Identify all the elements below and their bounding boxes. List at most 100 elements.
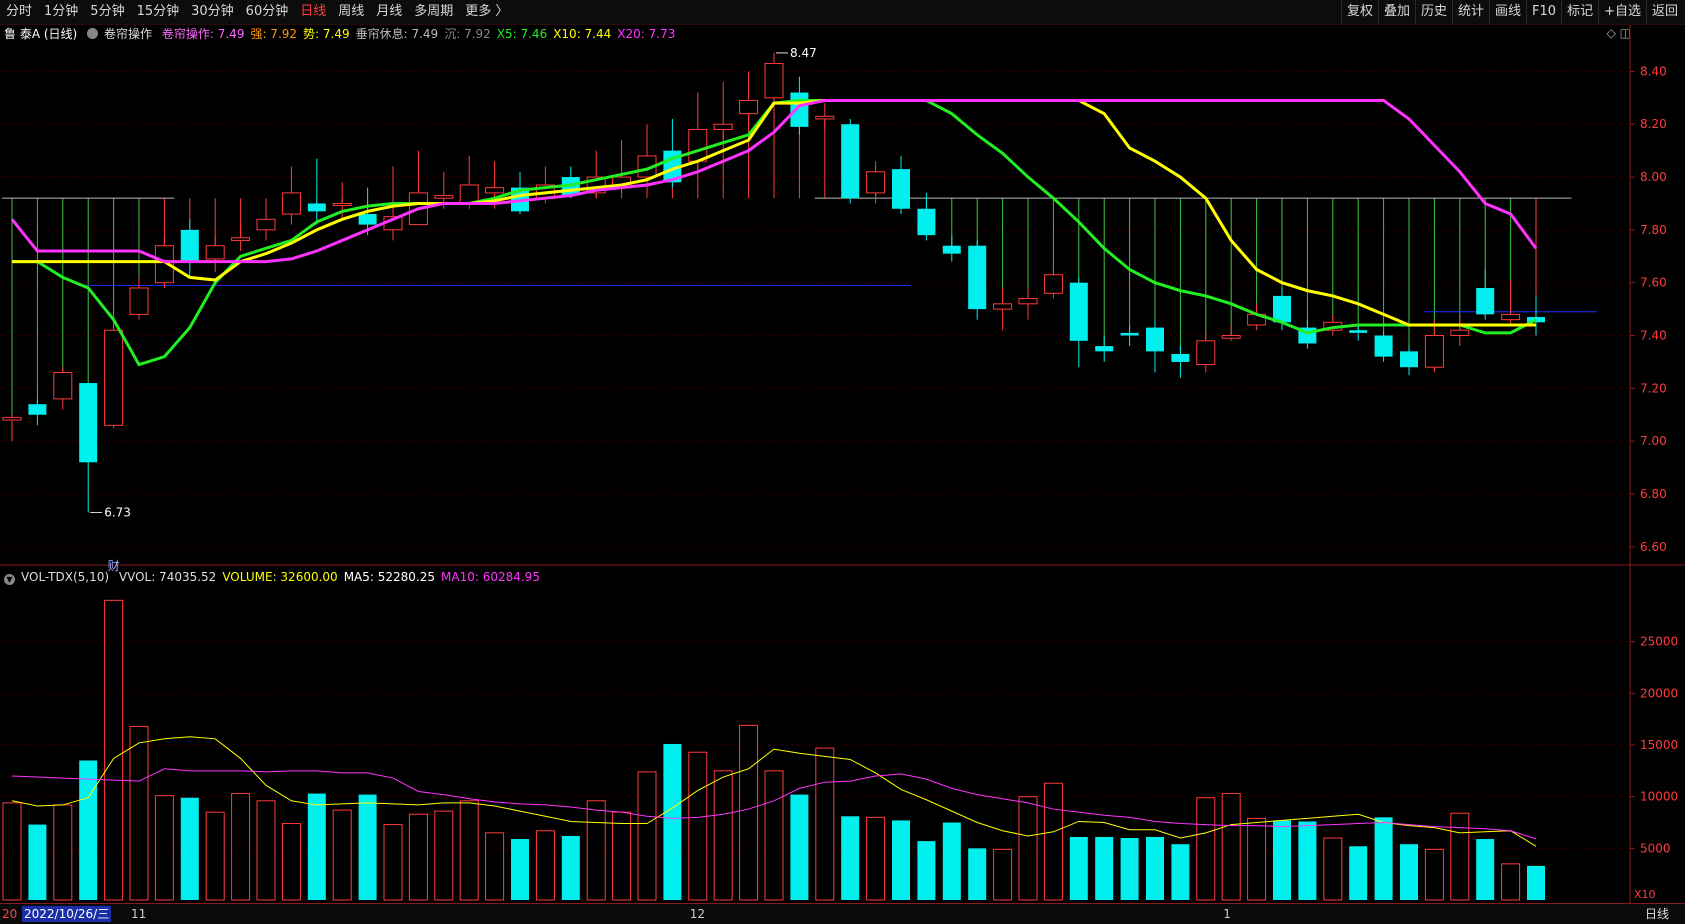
period-tab[interactable]: 5分钟 xyxy=(84,0,130,24)
kline-chart[interactable]: 6.60 6.80 7.00 7.20 7.40 7.60 7.80 8.00 8.20 8.40… xyxy=(0,25,1685,903)
period-tab[interactable]: 15分钟 xyxy=(131,0,186,24)
candle-body xyxy=(993,303,1013,310)
volume-bar xyxy=(180,797,199,900)
volume-bar xyxy=(892,820,910,900)
tool-button[interactable]: +自选 xyxy=(1598,0,1646,24)
volume-bar xyxy=(815,747,835,901)
volume-bar xyxy=(739,724,759,901)
candle-body xyxy=(917,208,936,236)
volume-bar xyxy=(1069,836,1088,900)
volume-bar xyxy=(1273,820,1291,900)
volume-bar xyxy=(53,804,73,901)
period-tab[interactable]: 多周期 xyxy=(408,0,459,24)
candle-body xyxy=(205,245,225,260)
tab-daily[interactable]: 日线 xyxy=(1645,906,1669,922)
candle-body xyxy=(739,99,759,115)
price-tick-label: 7.40 xyxy=(1640,329,1667,343)
candle-body xyxy=(841,124,860,199)
candle-body xyxy=(358,214,377,225)
candle-body xyxy=(1476,287,1495,315)
price-tick-label: 8.00 xyxy=(1640,170,1667,184)
candle-body xyxy=(281,192,301,215)
volume-bar xyxy=(1221,793,1241,901)
volume-bar xyxy=(713,770,733,901)
volume-bar xyxy=(154,795,174,901)
candle-body xyxy=(28,404,47,415)
candle-body xyxy=(713,123,733,131)
period-tab[interactable]: 1分钟 xyxy=(38,0,84,24)
volume-bar xyxy=(535,830,555,901)
volume-bar xyxy=(1247,817,1267,901)
first-label: 20 xyxy=(2,907,18,921)
volume-bar xyxy=(1018,796,1038,901)
candle-body xyxy=(180,229,199,262)
current-date: 2022/10/26/三 xyxy=(22,906,112,922)
volume-bar xyxy=(383,824,403,901)
tool-button[interactable]: 复权 xyxy=(1340,0,1378,24)
volume-bar xyxy=(459,800,479,901)
volume-bar xyxy=(1171,844,1190,900)
tool-button[interactable]: 标记 xyxy=(1561,0,1598,24)
candle-body xyxy=(2,416,22,421)
price-tick-label: 7.00 xyxy=(1640,434,1667,448)
volume-bar xyxy=(917,841,936,900)
tool-button[interactable]: 历史 xyxy=(1414,0,1452,24)
volume-bar xyxy=(612,811,632,901)
tool-button[interactable]: 画线 xyxy=(1489,0,1526,24)
volume-bar xyxy=(1349,846,1368,900)
tool-button[interactable]: 统计 xyxy=(1452,0,1489,24)
tool-button[interactable]: F10 xyxy=(1526,0,1561,24)
month-label: 12 xyxy=(689,907,706,921)
candle-body xyxy=(1018,298,1038,305)
candle-body xyxy=(1095,346,1114,352)
volume-bar xyxy=(1450,812,1470,901)
candle-body xyxy=(79,383,98,463)
tool-button[interactable]: 返回 xyxy=(1645,0,1683,24)
candle-body xyxy=(332,202,352,206)
price-tick-label: 8.20 xyxy=(1640,117,1667,131)
volume-bar xyxy=(1527,865,1545,900)
volume-bar xyxy=(866,816,886,901)
volume-bar xyxy=(764,770,784,901)
tool-button[interactable]: 叠加 xyxy=(1377,0,1415,24)
volume-tick-label: 10000 xyxy=(1640,790,1678,804)
period-tab[interactable]: 分时 xyxy=(0,0,38,24)
volume-bar xyxy=(1501,863,1521,901)
candle-body xyxy=(1043,274,1063,294)
period-tab[interactable]: 60分钟 xyxy=(240,0,295,24)
price-tick-label: 7.20 xyxy=(1640,381,1667,395)
period-tab[interactable]: 周线 xyxy=(332,0,370,24)
candle-body xyxy=(815,115,835,120)
candle-body xyxy=(1349,330,1368,333)
candle-body xyxy=(485,187,505,194)
candle-body xyxy=(1146,327,1164,352)
tool-buttons: 复权 叠加 历史 统计 画线 F10 标记 +自选 返回 xyxy=(1340,0,1683,24)
volume-bar xyxy=(281,823,301,901)
period-tab[interactable]: 30分钟 xyxy=(185,0,240,24)
volume-bar xyxy=(1196,797,1216,901)
period-tab[interactable]: 更多 〉 xyxy=(459,0,514,24)
volume-bar xyxy=(485,832,505,901)
volume-bar xyxy=(231,793,251,901)
candle-body xyxy=(790,92,809,127)
period-tab[interactable]: 日线 xyxy=(294,0,332,24)
price-tick-label: 7.80 xyxy=(1640,223,1667,237)
date-axis: 20 2022/10/26/三 日线 11 12 1 xyxy=(0,903,1685,924)
volume-bar xyxy=(1146,836,1164,900)
volume-bar xyxy=(28,824,47,900)
candle-body xyxy=(1196,340,1216,366)
candle-body xyxy=(307,203,326,212)
volume-bar xyxy=(434,810,454,901)
price-tick-label: 6.80 xyxy=(1640,487,1667,501)
top-toolbar: 分时 1分钟 5分钟 15分钟 30分钟 60分钟 日线 周线 月线 多周期 更多 〉 复权 叠加 历史… xyxy=(0,0,1685,25)
period-tab[interactable]: 月线 xyxy=(370,0,408,24)
candle-body xyxy=(892,169,910,209)
candle-body xyxy=(1374,335,1393,357)
volume-bar xyxy=(1424,848,1444,901)
volume-bar xyxy=(1120,838,1139,900)
candle-body xyxy=(688,129,708,162)
volume-bar xyxy=(332,809,352,901)
corner-label: X10 xyxy=(1634,888,1656,901)
volume-bar xyxy=(993,848,1013,901)
volume-bar xyxy=(1400,844,1418,900)
